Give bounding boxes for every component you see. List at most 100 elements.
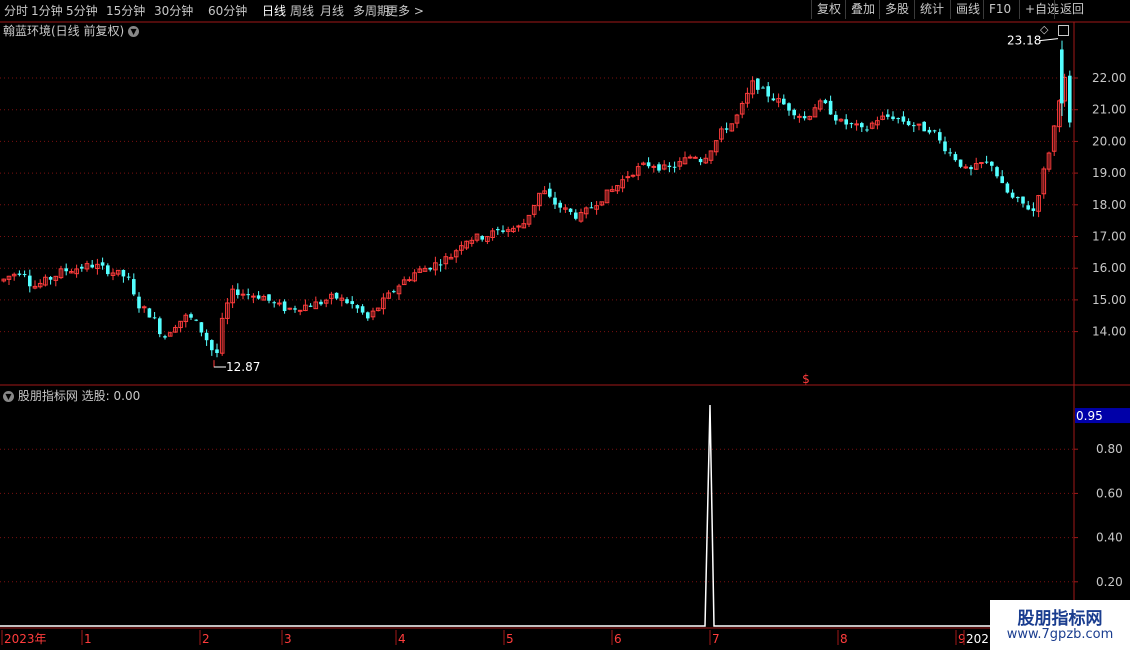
x-axis-label-5: 5 bbox=[506, 632, 514, 646]
candle-body bbox=[548, 188, 552, 197]
x-axis-label-7: 7 bbox=[712, 632, 720, 646]
candle-body bbox=[995, 167, 999, 177]
indicator-panel-title[interactable]: ▼ 股朋指标网 选股: 0.00 bbox=[3, 387, 140, 404]
indicator-tick-label-1: 0.60 bbox=[1096, 486, 1123, 500]
toolbar-button-1[interactable]: 叠加 bbox=[845, 0, 880, 19]
candle-body bbox=[350, 301, 354, 305]
candle-body bbox=[849, 123, 854, 125]
candle-body bbox=[392, 291, 396, 293]
candle-body bbox=[1068, 75, 1072, 123]
candle-body bbox=[687, 156, 693, 159]
period-5[interactable]: 60分钟 bbox=[208, 2, 247, 19]
candle-body bbox=[287, 307, 293, 310]
toolbar-button-4[interactable]: 画线 bbox=[950, 0, 985, 19]
candle-body bbox=[121, 269, 126, 277]
candle-body bbox=[990, 161, 994, 166]
toolbar-button-0[interactable]: 复权 bbox=[811, 0, 846, 19]
candle-body bbox=[141, 306, 147, 309]
candle-body bbox=[854, 123, 859, 126]
candle-body bbox=[100, 262, 105, 266]
period-1[interactable]: 1分钟 bbox=[31, 2, 63, 19]
candle-body bbox=[958, 159, 963, 167]
candle-body bbox=[251, 295, 256, 298]
x-axis-label-4: 4 bbox=[398, 632, 406, 646]
candle-body bbox=[308, 305, 313, 307]
price-tick-label-5: 17.00 bbox=[1092, 230, 1126, 244]
candle-body bbox=[1026, 205, 1030, 210]
candle-body bbox=[943, 141, 947, 152]
chevron-down-icon[interactable]: ▼ bbox=[128, 26, 140, 37]
candle-body bbox=[916, 123, 922, 126]
candle-body bbox=[625, 176, 631, 179]
candle-body bbox=[969, 167, 973, 170]
period-3[interactable]: 15分钟 bbox=[106, 2, 145, 19]
toolbar-button-5[interactable]: F10 bbox=[983, 0, 1016, 19]
candle-body bbox=[802, 116, 807, 119]
x-axis-label-2: 2 bbox=[202, 632, 210, 646]
candle-body bbox=[646, 162, 651, 167]
candle-body bbox=[80, 266, 84, 269]
x-axis-label-0: 2023年 bbox=[4, 632, 47, 646]
candle-body bbox=[293, 308, 297, 310]
candle-body bbox=[407, 279, 412, 282]
candle-body bbox=[163, 336, 167, 338]
toolbar-button-2[interactable]: 多股 bbox=[879, 0, 914, 19]
watermark-line2: www.7gpzb.com bbox=[1006, 627, 1114, 642]
panel-toggle-icon[interactable] bbox=[1057, 24, 1069, 36]
candle-body bbox=[667, 165, 672, 168]
candle-body bbox=[657, 164, 661, 171]
candle-body bbox=[761, 87, 765, 89]
candle-body bbox=[319, 301, 323, 305]
chart-canvas: 22.00 21.00 20.00 19.00 18.00 17.00 16.00 15.00… bbox=[0, 21, 1130, 646]
candle-body bbox=[194, 319, 198, 321]
x-axis-label-8: 8 bbox=[840, 632, 848, 646]
candle-body bbox=[823, 100, 828, 104]
candle-body bbox=[792, 109, 796, 116]
candle-body bbox=[865, 129, 869, 131]
candle-body bbox=[236, 289, 240, 296]
period-4[interactable]: 30分钟 bbox=[154, 2, 193, 19]
candle-body bbox=[438, 264, 443, 266]
price-tick-label-3: 19.00 bbox=[1092, 166, 1126, 180]
candle-body bbox=[651, 165, 657, 168]
x-axis-label-10: 202 bbox=[966, 632, 989, 646]
candle-body bbox=[272, 302, 276, 304]
price-tick-label-0: 22.00 bbox=[1092, 71, 1126, 85]
candle-body bbox=[106, 265, 110, 275]
candle-body bbox=[844, 119, 848, 125]
candle-body bbox=[1016, 196, 1020, 199]
candle-body bbox=[932, 130, 937, 132]
candle-body bbox=[672, 166, 677, 168]
main-panel-title[interactable]: 翰蓝环境(日线 前复权) ▼ bbox=[3, 22, 140, 39]
candle-body bbox=[282, 301, 287, 312]
period-8[interactable]: 月线 bbox=[320, 2, 344, 19]
candle-body bbox=[589, 207, 594, 209]
candle-body bbox=[963, 166, 969, 169]
candle-body bbox=[553, 197, 557, 205]
candle-body bbox=[90, 264, 94, 268]
candle-body bbox=[428, 267, 432, 270]
toolbar-button-3[interactable]: 统计 bbox=[914, 0, 949, 19]
low-marker-label: 12.87 bbox=[226, 360, 260, 374]
period-9[interactable]: 多周期 bbox=[353, 2, 389, 19]
chevron-down-icon[interactable]: ▼ bbox=[3, 391, 14, 402]
high-marker-label: 23.18 bbox=[1007, 34, 1041, 48]
candle-body bbox=[922, 121, 926, 132]
candle-body bbox=[152, 317, 157, 319]
candle-body bbox=[240, 293, 246, 296]
candle-body bbox=[828, 100, 833, 115]
period-10[interactable]: 更多 > bbox=[386, 2, 424, 19]
period-6[interactable]: 日线 bbox=[262, 2, 286, 19]
candle-body bbox=[334, 292, 339, 299]
period-0[interactable]: 分时 bbox=[4, 2, 28, 19]
period-7[interactable]: 周线 bbox=[290, 2, 314, 19]
price-tick-label-1: 21.00 bbox=[1092, 103, 1126, 117]
toolbar-button-7[interactable]: 返回 bbox=[1054, 0, 1089, 19]
diamond-icon[interactable]: ◇ bbox=[1040, 23, 1048, 36]
signal-marker: $ bbox=[802, 372, 810, 386]
price-tick-label-6: 16.00 bbox=[1092, 261, 1126, 275]
high-marker-arrow bbox=[1039, 38, 1059, 42]
candle-body bbox=[568, 208, 573, 212]
candle-body bbox=[558, 202, 562, 208]
period-2[interactable]: 5分钟 bbox=[66, 2, 98, 19]
